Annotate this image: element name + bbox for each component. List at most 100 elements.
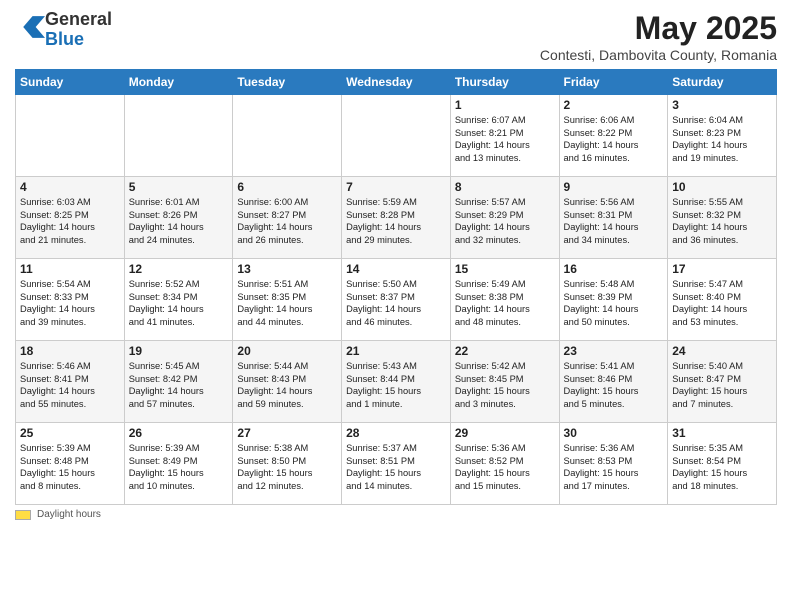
day-info: Sunrise: 5:54 AM Sunset: 8:33 PM Dayligh… <box>20 278 120 328</box>
calendar-day-cell: 28 Sunrise: 5:37 AM Sunset: 8:51 PM Dayli… <box>342 423 451 505</box>
calendar-day-cell: 17Sunrise: 5:47 AM Sunset: 8:40 PM Dayli… <box>668 259 777 341</box>
calendar-day-cell: 20 Sunrise: 5:44 AM Sunset: 8:43 PM Dayli… <box>233 341 342 423</box>
logo-text: General Blue <box>45 10 112 50</box>
day-number: 28 <box>346 426 446 440</box>
day-info: Sunrise: 5:52 AM Sunset: 8:34 PM Dayligh… <box>129 278 229 328</box>
day-info: Sunrise: 6:01 AM Sunset: 8:26 PM Dayligh… <box>129 196 229 246</box>
calendar-day-cell: 11 Sunrise: 5:54 AM Sunset: 8:33 PM Dayli… <box>16 259 125 341</box>
day-info: Sunrise: 5:48 AM Sunset: 8:39 PM Dayligh… <box>564 278 664 328</box>
calendar-day-header: Tuesday <box>233 70 342 95</box>
day-number: 6 <box>237 180 337 194</box>
day-info: Sunrise: 5:55 AM Sunset: 8:32 PM Dayligh… <box>672 196 772 246</box>
day-info: Sunrise: 5:38 AM Sunset: 8:50 PM Dayligh… <box>237 442 337 492</box>
day-number: 27 <box>237 426 337 440</box>
day-number: 14 <box>346 262 446 276</box>
day-info: Sunrise: 5:40 AM Sunset: 8:47 PM Dayligh… <box>672 360 772 410</box>
day-info: Sunrise: 5:59 AM Sunset: 8:28 PM Dayligh… <box>346 196 446 246</box>
day-info: Sunrise: 6:00 AM Sunset: 8:27 PM Dayligh… <box>237 196 337 246</box>
calendar-day-header: Sunday <box>16 70 125 95</box>
calendar-day-cell: 22 Sunrise: 5:42 AM Sunset: 8:45 PM Dayli… <box>450 341 559 423</box>
day-number: 19 <box>129 344 229 358</box>
day-number: 20 <box>237 344 337 358</box>
calendar-day-cell: 15 Sunrise: 5:49 AM Sunset: 8:38 PM Dayli… <box>450 259 559 341</box>
daylight-label: Daylight hours <box>37 509 101 520</box>
day-number: 9 <box>564 180 664 194</box>
calendar-empty-cell <box>124 95 233 177</box>
day-info: Sunrise: 6:06 AM Sunset: 8:22 PM Dayligh… <box>564 114 664 164</box>
calendar-day-header: Saturday <box>668 70 777 95</box>
calendar-day-cell: 26 Sunrise: 5:39 AM Sunset: 8:49 PM Dayli… <box>124 423 233 505</box>
day-info: Sunrise: 5:49 AM Sunset: 8:38 PM Dayligh… <box>455 278 555 328</box>
day-number: 13 <box>237 262 337 276</box>
day-number: 8 <box>455 180 555 194</box>
day-info: Sunrise: 5:35 AM Sunset: 8:54 PM Dayligh… <box>672 442 772 492</box>
calendar-day-cell: 29Sunrise: 5:36 AM Sunset: 8:52 PM Dayli… <box>450 423 559 505</box>
calendar-week-row: 11 Sunrise: 5:54 AM Sunset: 8:33 PM Dayli… <box>16 259 777 341</box>
calendar-day-cell: 23 Sunrise: 5:41 AM Sunset: 8:46 PM Dayli… <box>559 341 668 423</box>
calendar-day-cell: 6 Sunrise: 6:00 AM Sunset: 8:27 PM Daylig… <box>233 177 342 259</box>
day-number: 31 <box>672 426 772 440</box>
page: General Blue May 2025 Contesti, Dambovit… <box>0 0 792 612</box>
day-number: 16 <box>564 262 664 276</box>
calendar-empty-cell <box>342 95 451 177</box>
day-info: Sunrise: 5:45 AM Sunset: 8:42 PM Dayligh… <box>129 360 229 410</box>
calendar-empty-cell <box>233 95 342 177</box>
calendar-day-cell: 8 Sunrise: 5:57 AM Sunset: 8:29 PM Daylig… <box>450 177 559 259</box>
footer: Daylight hours <box>15 509 777 520</box>
calendar-table: SundayMondayTuesdayWednesdayThursdayFrid… <box>15 69 777 505</box>
day-info: Sunrise: 5:36 AM Sunset: 8:52 PM Dayligh… <box>455 442 555 492</box>
calendar-week-row: 4 Sunrise: 6:03 AM Sunset: 8:25 PM Daylig… <box>16 177 777 259</box>
day-info: Sunrise: 5:39 AM Sunset: 8:49 PM Dayligh… <box>129 442 229 492</box>
day-number: 4 <box>20 180 120 194</box>
calendar-day-header: Monday <box>124 70 233 95</box>
day-info: Sunrise: 6:03 AM Sunset: 8:25 PM Dayligh… <box>20 196 120 246</box>
day-info: Sunrise: 6:04 AM Sunset: 8:23 PM Dayligh… <box>672 114 772 164</box>
day-number: 22 <box>455 344 555 358</box>
day-info: Sunrise: 5:43 AM Sunset: 8:44 PM Dayligh… <box>346 360 446 410</box>
calendar-day-cell: 27 Sunrise: 5:38 AM Sunset: 8:50 PM Dayli… <box>233 423 342 505</box>
calendar-day-cell: 5 Sunrise: 6:01 AM Sunset: 8:26 PM Daylig… <box>124 177 233 259</box>
day-info: Sunrise: 5:41 AM Sunset: 8:46 PM Dayligh… <box>564 360 664 410</box>
calendar-day-cell: 25Sunrise: 5:39 AM Sunset: 8:48 PM Dayli… <box>16 423 125 505</box>
day-number: 18 <box>20 344 120 358</box>
subtitle: Contesti, Dambovita County, Romania <box>540 47 777 63</box>
day-info: Sunrise: 5:37 AM Sunset: 8:51 PM Dayligh… <box>346 442 446 492</box>
day-number: 2 <box>564 98 664 112</box>
calendar-day-header: Friday <box>559 70 668 95</box>
logo: General Blue <box>15 10 112 50</box>
day-info: Sunrise: 5:50 AM Sunset: 8:37 PM Dayligh… <box>346 278 446 328</box>
calendar-day-cell: 18Sunrise: 5:46 AM Sunset: 8:41 PM Dayli… <box>16 341 125 423</box>
calendar-day-cell: 14 Sunrise: 5:50 AM Sunset: 8:37 PM Dayli… <box>342 259 451 341</box>
day-info: Sunrise: 5:44 AM Sunset: 8:43 PM Dayligh… <box>237 360 337 410</box>
logo-blue: Blue <box>45 29 84 49</box>
calendar-header-row: SundayMondayTuesdayWednesdayThursdayFrid… <box>16 70 777 95</box>
calendar-day-cell: 10 Sunrise: 5:55 AM Sunset: 8:32 PM Dayli… <box>668 177 777 259</box>
header: General Blue May 2025 Contesti, Dambovit… <box>15 10 777 63</box>
calendar-day-cell: 24Sunrise: 5:40 AM Sunset: 8:47 PM Dayli… <box>668 341 777 423</box>
calendar-empty-cell <box>16 95 125 177</box>
calendar-day-cell: 1Sunrise: 6:07 AM Sunset: 8:21 PM Daylig… <box>450 95 559 177</box>
calendar-day-header: Thursday <box>450 70 559 95</box>
calendar-day-cell: 3 Sunrise: 6:04 AM Sunset: 8:23 PM Daylig… <box>668 95 777 177</box>
day-number: 26 <box>129 426 229 440</box>
calendar-day-cell: 19 Sunrise: 5:45 AM Sunset: 8:42 PM Dayli… <box>124 341 233 423</box>
day-info: Sunrise: 5:42 AM Sunset: 8:45 PM Dayligh… <box>455 360 555 410</box>
calendar-week-row: 18Sunrise: 5:46 AM Sunset: 8:41 PM Dayli… <box>16 341 777 423</box>
title-block: May 2025 Contesti, Dambovita County, Rom… <box>540 10 777 63</box>
day-info: Sunrise: 5:57 AM Sunset: 8:29 PM Dayligh… <box>455 196 555 246</box>
calendar-day-cell: 16 Sunrise: 5:48 AM Sunset: 8:39 PM Dayli… <box>559 259 668 341</box>
day-info: Sunrise: 5:36 AM Sunset: 8:53 PM Dayligh… <box>564 442 664 492</box>
day-number: 11 <box>20 262 120 276</box>
day-info: Sunrise: 5:47 AM Sunset: 8:40 PM Dayligh… <box>672 278 772 328</box>
calendar-day-cell: 21Sunrise: 5:43 AM Sunset: 8:44 PM Dayli… <box>342 341 451 423</box>
day-number: 25 <box>20 426 120 440</box>
day-number: 3 <box>672 98 772 112</box>
day-number: 5 <box>129 180 229 194</box>
day-number: 1 <box>455 98 555 112</box>
daylight-icon <box>15 510 31 520</box>
day-number: 15 <box>455 262 555 276</box>
calendar-day-cell: 4 Sunrise: 6:03 AM Sunset: 8:25 PM Daylig… <box>16 177 125 259</box>
day-number: 23 <box>564 344 664 358</box>
day-number: 10 <box>672 180 772 194</box>
day-number: 7 <box>346 180 446 194</box>
